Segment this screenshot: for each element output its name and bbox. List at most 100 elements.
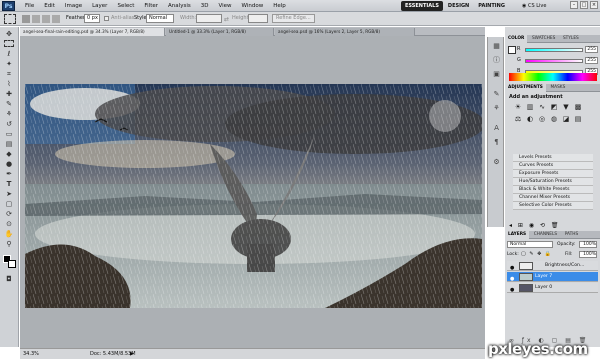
exposure-icon[interactable]: ◩ bbox=[549, 103, 559, 112]
preset-exposure[interactable]: Exposure Presets bbox=[513, 170, 593, 178]
photo-filter-icon[interactable]: ◎ bbox=[537, 115, 547, 124]
zoom-tool-icon[interactable]: ⚲ bbox=[3, 240, 15, 249]
tab-layers[interactable]: LAYERS bbox=[505, 231, 530, 239]
workspace-painting[interactable]: PAINTING bbox=[474, 1, 509, 11]
maximize-icon[interactable]: □ bbox=[580, 1, 588, 9]
preset-selective-color[interactable]: Selective Color Presets bbox=[513, 202, 593, 210]
type-tool-icon[interactable]: T bbox=[3, 180, 15, 189]
history-icon[interactable]: ▦ bbox=[491, 41, 502, 51]
g-value[interactable]: 255 bbox=[585, 57, 598, 64]
tab-masks[interactable]: MASKS bbox=[547, 84, 568, 92]
layer-7[interactable]: ● Layer 7 bbox=[507, 272, 598, 282]
tab-swatches[interactable]: SWATCHES bbox=[529, 35, 558, 43]
curves-icon[interactable]: ∿ bbox=[537, 103, 547, 112]
visibility-eye-icon[interactable]: ● bbox=[510, 285, 514, 295]
3d-rotate-icon[interactable]: ⟳ bbox=[3, 210, 15, 219]
tab-untitled-1[interactable]: Untitled-1 @ 33.3% (Layer 1, RGB/8) bbox=[166, 28, 274, 36]
vibrance-icon[interactable]: ▼ bbox=[561, 103, 571, 112]
antialias-checkbox[interactable] bbox=[104, 16, 109, 21]
menu-analysis[interactable]: Analysis bbox=[163, 0, 196, 12]
lasso-tool-icon[interactable]: ℓ bbox=[3, 50, 15, 59]
menu-view[interactable]: View bbox=[213, 0, 236, 12]
workspace-design[interactable]: DESIGN bbox=[444, 1, 473, 11]
height-input[interactable] bbox=[248, 14, 268, 23]
zoom-level[interactable]: 34.3% bbox=[23, 351, 39, 357]
document-image[interactable] bbox=[25, 84, 482, 308]
new-selection-icon[interactable] bbox=[22, 15, 30, 23]
blend-mode-select[interactable]: Normal bbox=[507, 241, 553, 248]
close-icon[interactable]: × bbox=[590, 1, 598, 9]
opacity-input[interactable]: 100% bbox=[579, 241, 597, 248]
black-white-icon[interactable]: ◐ bbox=[525, 115, 535, 124]
status-arrow-icon[interactable]: ▶ bbox=[130, 351, 134, 357]
fill-input[interactable]: 100% bbox=[579, 251, 597, 258]
info-icon[interactable]: ⓘ bbox=[491, 55, 502, 65]
r-slider[interactable] bbox=[525, 48, 583, 52]
menu-file[interactable]: File bbox=[20, 0, 39, 12]
g-slider[interactable] bbox=[525, 59, 583, 63]
brush-tool-icon[interactable]: ✎ bbox=[3, 100, 15, 109]
menu-3d[interactable]: 3D bbox=[196, 0, 214, 12]
tab-styles[interactable]: STYLES bbox=[560, 35, 582, 43]
paragraph-icon[interactable]: ¶ bbox=[491, 137, 502, 147]
tab-angel-sea-final[interactable]: angel-sea-final-rain-editing.psd @ 34.3%… bbox=[20, 28, 165, 36]
menu-window[interactable]: Window bbox=[237, 0, 269, 12]
marquee-tool-icon[interactable] bbox=[4, 14, 16, 24]
feather-input[interactable]: 0 px bbox=[84, 14, 100, 23]
swap-icon[interactable]: ⇄ bbox=[224, 16, 229, 23]
preset-levels[interactable]: Levels Presets bbox=[513, 154, 593, 162]
tab-angel-sea[interactable]: angel-sea.psd @ 16% (Layers 2, Layer 5, … bbox=[275, 28, 415, 36]
tab-adjustments[interactable]: ADJUSTMENTS bbox=[505, 84, 546, 92]
clone-stamp-icon[interactable]: ⚘ bbox=[3, 110, 15, 119]
character-icon[interactable]: A bbox=[491, 123, 502, 133]
r-value[interactable]: 255 bbox=[585, 46, 598, 53]
quick-mask-icon[interactable]: ◘ bbox=[3, 275, 15, 284]
gradient-map-icon[interactable]: ▤ bbox=[573, 115, 583, 124]
adjustment-footer-icons[interactable]: ◂ ⊞ ◉ ⟲ 🗑 bbox=[509, 222, 561, 229]
hue-saturation-icon[interactable]: ▩ bbox=[573, 103, 583, 112]
subtract-selection-icon[interactable] bbox=[42, 15, 50, 23]
gradient-tool-icon[interactable]: ▤ bbox=[3, 140, 15, 149]
tab-paths[interactable]: PATHS bbox=[562, 231, 582, 239]
healing-brush-icon[interactable]: ✚ bbox=[3, 90, 15, 99]
layer-0[interactable]: ● Layer 0 bbox=[507, 283, 598, 293]
lock-icons[interactable]: ▢ ✎ ✥ 🔒 bbox=[521, 251, 552, 257]
marquee-tool-icon[interactable] bbox=[4, 40, 14, 47]
minimize-icon[interactable]: – bbox=[570, 1, 578, 9]
3d-orbit-icon[interactable]: ⊙ bbox=[3, 220, 15, 229]
intersect-selection-icon[interactable] bbox=[52, 15, 60, 23]
menu-select[interactable]: Select bbox=[112, 0, 139, 12]
eyedropper-icon[interactable]: ⌇ bbox=[3, 80, 15, 89]
shape-tool-icon[interactable]: ▢ bbox=[3, 200, 15, 209]
workspace-essentials[interactable]: ESSENTIALS bbox=[401, 1, 443, 11]
color-foreground-swatch[interactable] bbox=[508, 46, 516, 54]
menu-filter[interactable]: Filter bbox=[139, 0, 163, 12]
width-input[interactable] bbox=[196, 14, 222, 23]
menu-layer[interactable]: Layer bbox=[87, 0, 112, 12]
layer-brightness-contrast[interactable]: ● Brightness/Con... bbox=[507, 261, 598, 271]
clone-source-icon[interactable]: ⚘ bbox=[491, 103, 502, 113]
cs-live-button[interactable]: ◉ CS Live bbox=[522, 1, 546, 11]
style-select[interactable]: Normal bbox=[146, 14, 174, 23]
preset-channel-mixer[interactable]: Channel Mixer Presets bbox=[513, 194, 593, 202]
preset-black-white[interactable]: Black & White Presets bbox=[513, 186, 593, 194]
color-spectrum[interactable] bbox=[509, 73, 597, 81]
color-balance-icon[interactable]: ⚖ bbox=[513, 115, 523, 124]
navigator-icon[interactable]: ▣ bbox=[491, 69, 502, 79]
eraser-icon[interactable]: ▭ bbox=[3, 130, 15, 139]
hand-tool-icon[interactable]: ✋ bbox=[3, 230, 15, 239]
add-selection-icon[interactable] bbox=[32, 15, 40, 23]
menu-image[interactable]: Image bbox=[60, 0, 87, 12]
tab-channels[interactable]: CHANNELS bbox=[531, 231, 560, 239]
levels-icon[interactable]: ▥ bbox=[525, 103, 535, 112]
brightness-icon[interactable]: ☀ bbox=[513, 103, 523, 112]
tool-presets-icon[interactable]: ⚙ bbox=[491, 157, 502, 167]
refine-edge-button[interactable]: Refine Edge... bbox=[272, 14, 315, 23]
pen-tool-icon[interactable]: ✒ bbox=[3, 170, 15, 179]
background-color-swatch[interactable] bbox=[8, 260, 16, 268]
channel-mixer-icon[interactable]: ◍ bbox=[549, 115, 559, 124]
preset-hue-saturation[interactable]: Hue/Saturation Presets bbox=[513, 178, 593, 186]
invert-icon[interactable]: ◪ bbox=[561, 115, 571, 124]
magic-wand-icon[interactable]: ✦ bbox=[3, 60, 15, 69]
blur-tool-icon[interactable]: ◆ bbox=[3, 150, 15, 159]
